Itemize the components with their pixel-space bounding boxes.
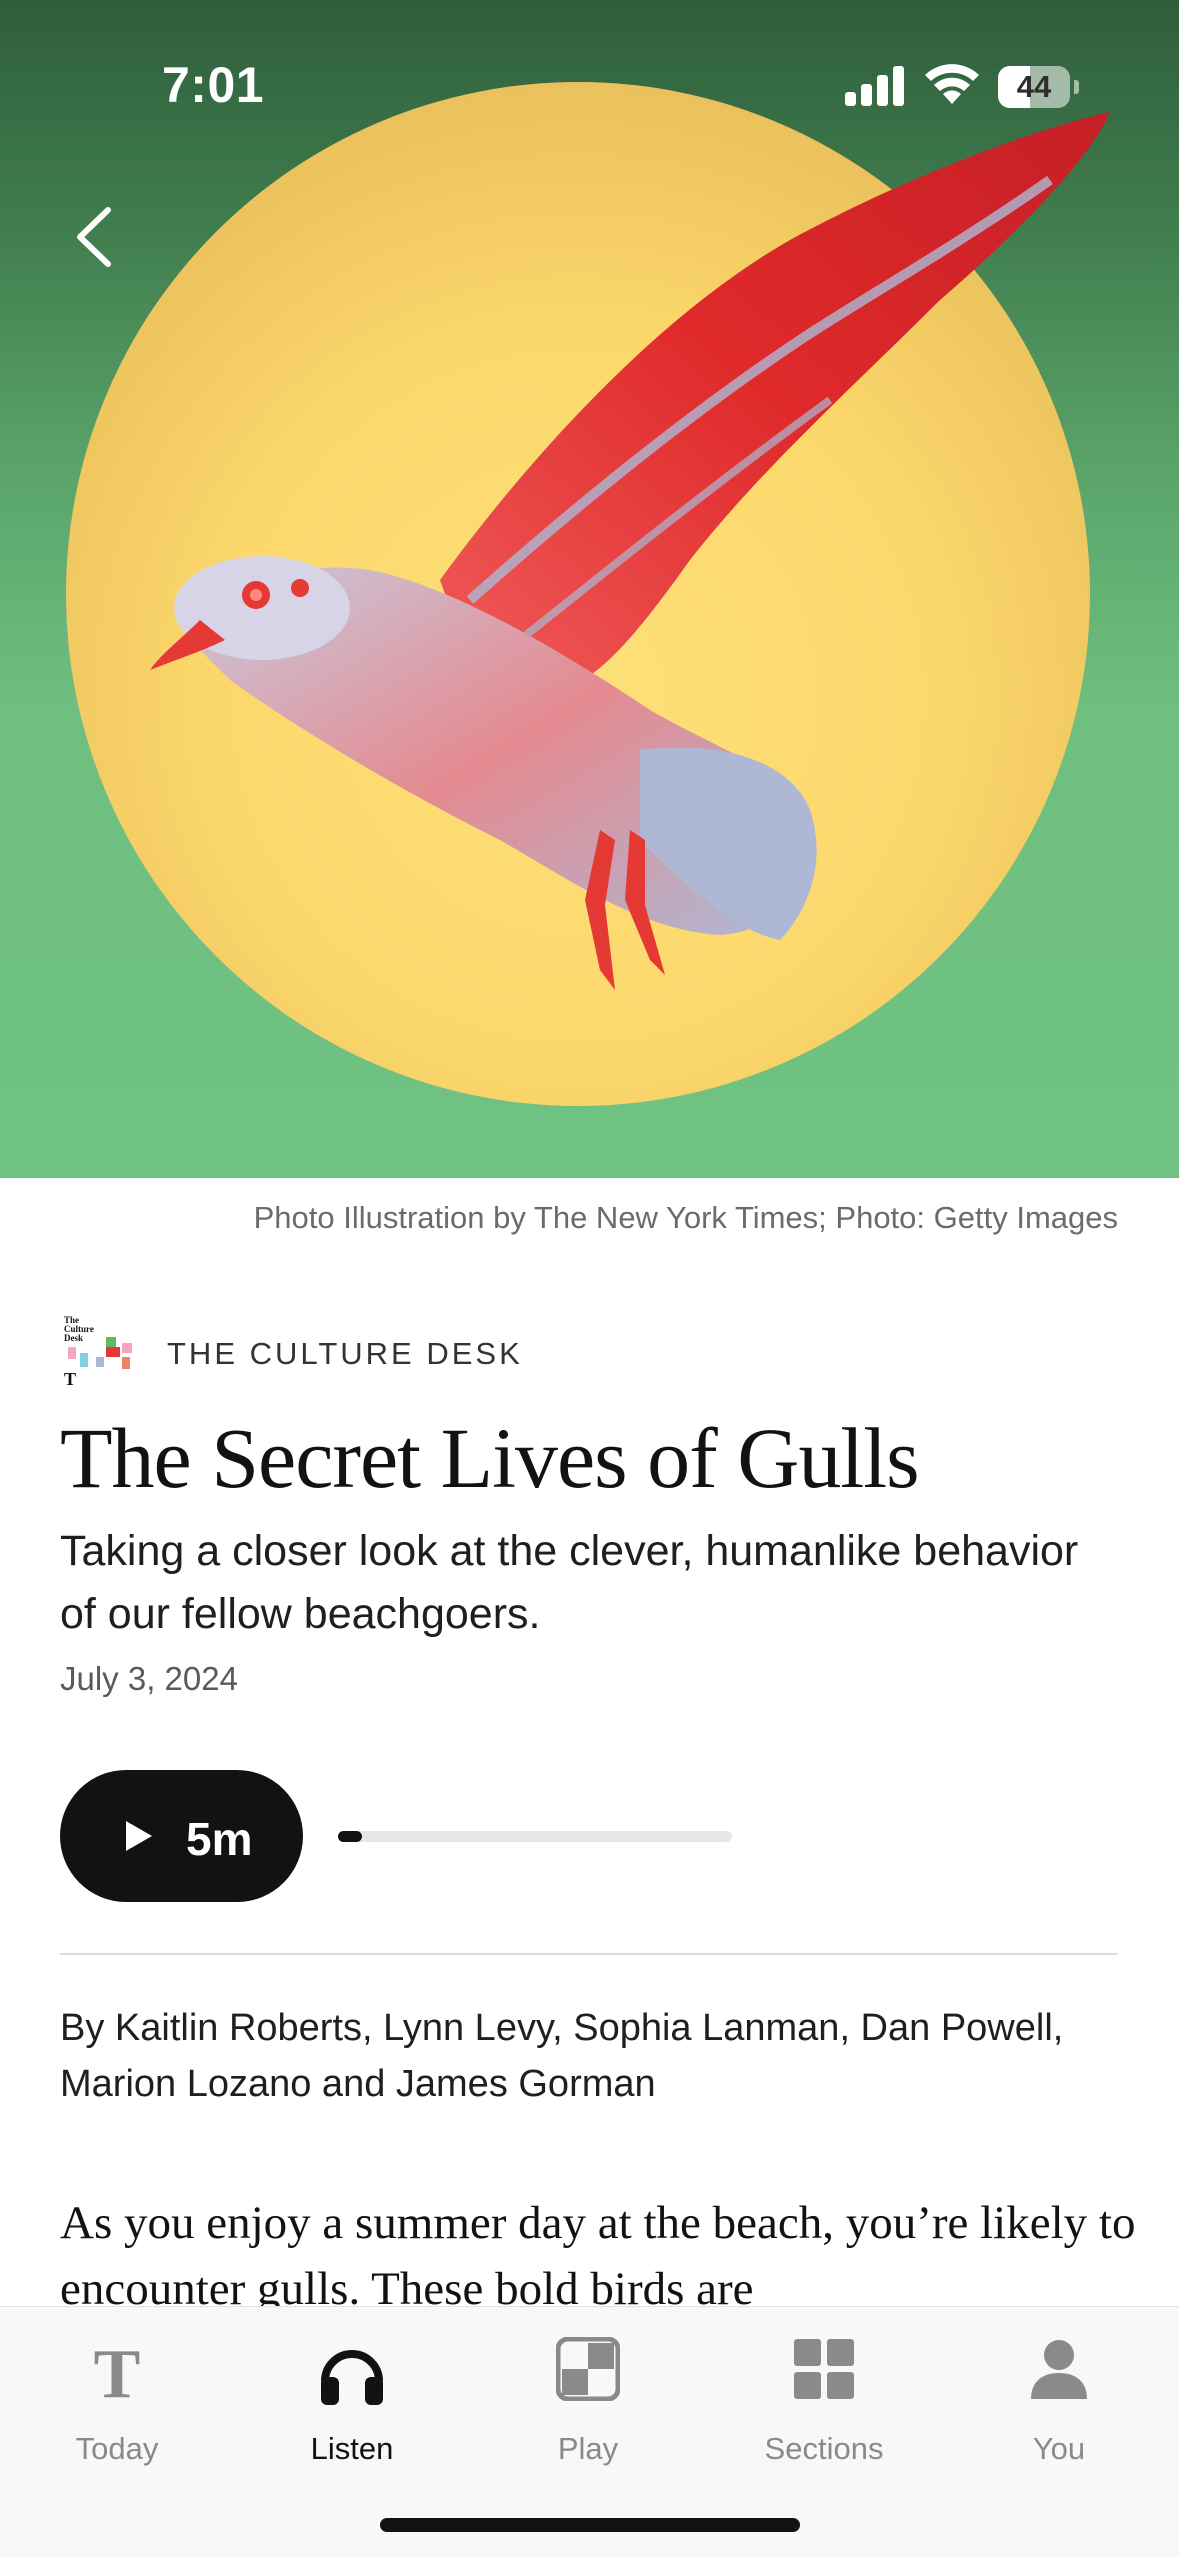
article-byline: By Kaitlin Roberts, Lynn Levy, Sophia La… xyxy=(60,2007,1064,2105)
photo-caption: Photo Illustration by The New York Times… xyxy=(253,1200,1118,1235)
article-headline: The Secret Lives of Gulls xyxy=(60,1410,920,1506)
gull-illustration xyxy=(150,112,1110,990)
audio-progress-bar[interactable] xyxy=(338,1831,732,1842)
nyt-logo-icon: T xyxy=(94,2337,141,2409)
play-button[interactable]: 5m xyxy=(60,1770,303,1902)
play-duration: 5m xyxy=(186,1813,253,1865)
article-date: July 3, 2024 xyxy=(60,1660,238,1697)
svg-text:T: T xyxy=(64,1369,76,1389)
back-chevron-icon[interactable] xyxy=(70,202,120,272)
tab-listen[interactable]: Listen xyxy=(252,2327,452,2477)
tab-play[interactable]: Play xyxy=(488,2327,688,2477)
battery-indicator: 44 xyxy=(998,66,1070,108)
tab-play-label: Play xyxy=(557,2431,619,2466)
wifi-icon xyxy=(925,64,979,104)
audio-progress-fill xyxy=(338,1831,362,1842)
battery-tip xyxy=(1074,80,1079,94)
tab-listen-label: Listen xyxy=(310,2431,394,2466)
status-bar: 7:01 44 xyxy=(0,0,1179,170)
person-icon xyxy=(1031,2340,1087,2399)
headphones-icon xyxy=(321,2350,383,2405)
tab-you[interactable]: You xyxy=(959,2327,1159,2477)
divider xyxy=(60,1953,1118,1955)
tab-sections-label: Sections xyxy=(764,2431,884,2466)
tab-you-label: You xyxy=(1032,2431,1086,2466)
status-time: 7:01 xyxy=(162,57,265,113)
tab-sections[interactable]: Sections xyxy=(724,2327,924,2477)
hero-image xyxy=(0,0,1179,1178)
tab-today[interactable]: T Today xyxy=(17,2327,217,2477)
play-icon xyxy=(126,1821,152,1851)
cellular-signal-icon xyxy=(845,66,904,106)
sections-grid-icon xyxy=(794,2339,854,2399)
article-body: As you enjoy a summer day at the beach, … xyxy=(60,2197,1136,2315)
tab-today-label: Today xyxy=(75,2431,159,2466)
svg-text:Desk: Desk xyxy=(64,1333,83,1343)
svg-text:T: T xyxy=(94,2337,141,2409)
battery-percent: 44 xyxy=(1016,69,1052,104)
culture-desk-logo[interactable]: The Culture Desk T xyxy=(62,1313,142,1393)
home-indicator xyxy=(380,2518,800,2532)
play-games-icon xyxy=(556,2337,620,2401)
series-name[interactable]: THE CULTURE DESK xyxy=(167,1336,523,1372)
article-summary: Taking a closer look at the clever, huma… xyxy=(60,1527,1079,1638)
